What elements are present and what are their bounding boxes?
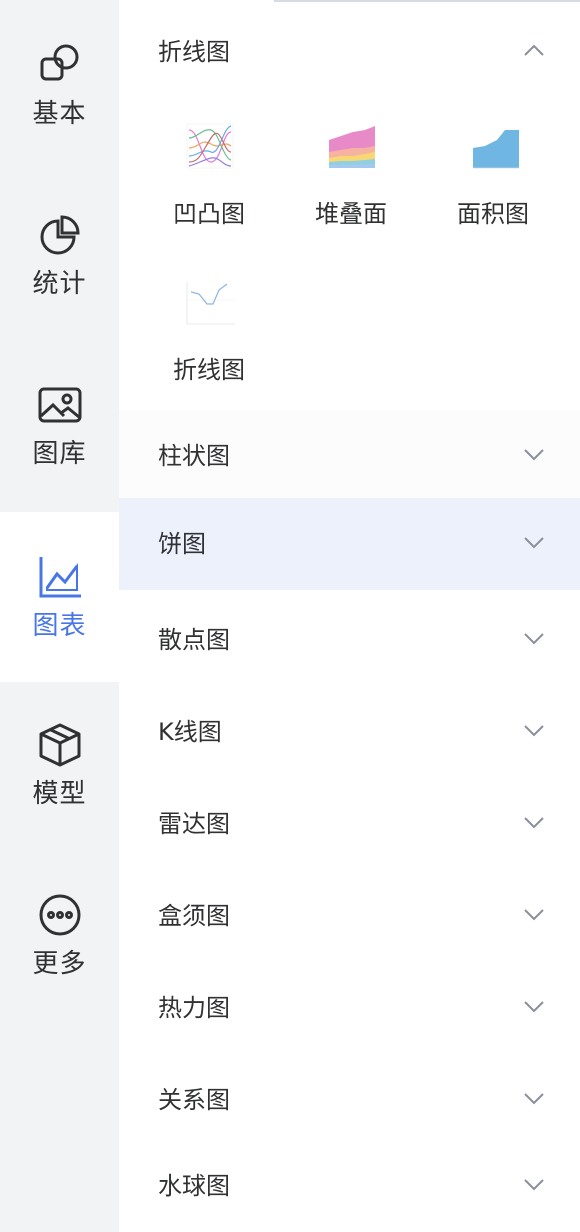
section-header-heatmap[interactable]: 热力图 — [119, 962, 580, 1054]
rail-item-basic[interactable]: 基本 — [0, 0, 119, 170]
section-title: 柱状图 — [158, 442, 230, 470]
chart-picker: 基本 统计 图库 图表 模型 更多 折线图 凹凸图 堆叠面 面积图 折线图 柱状… — [0, 0, 580, 1232]
chevron-down-icon — [523, 534, 545, 550]
stacked-area-thumbnail — [327, 124, 377, 168]
section-header-kline[interactable]: K线图 — [119, 686, 580, 778]
rail-label: 统计 — [32, 269, 87, 299]
section-title: 雷达图 — [158, 810, 230, 838]
section-header-boxplot[interactable]: 盒须图 — [119, 870, 580, 962]
rail-item-gallery[interactable]: 图库 — [0, 340, 119, 510]
chevron-down-icon — [523, 722, 545, 738]
section-title: 折线图 — [158, 38, 230, 66]
section-title: 饼图 — [158, 530, 206, 558]
chart-type-panel: 折线图 凹凸图 堆叠面 面积图 折线图 柱状图 饼图 散点图 K线图 雷达图 盒… — [119, 0, 580, 1232]
image-icon — [38, 387, 81, 423]
section-header-liquidfill[interactable]: 水球图 — [119, 1140, 580, 1232]
rail-item-more[interactable]: 更多 — [0, 850, 119, 1020]
shapes-icon — [40, 44, 78, 81]
divider — [274, 0, 580, 2]
rail-item-statistics[interactable]: 统计 — [0, 170, 119, 340]
section-header-bar[interactable]: 柱状图 — [119, 410, 580, 502]
chart-option-label: 凹凸图 — [173, 200, 245, 228]
section-title: 热力图 — [158, 994, 230, 1022]
pie-chart-icon — [40, 215, 80, 255]
section-header-radar[interactable]: 雷达图 — [119, 778, 580, 870]
section-title: 盒须图 — [158, 902, 230, 930]
chevron-down-icon — [523, 446, 545, 462]
chart-option-label: 折线图 — [173, 356, 245, 384]
rail-label: 图库 — [32, 439, 87, 469]
rail-label: 基本 — [32, 99, 87, 129]
section-title: K线图 — [158, 718, 222, 746]
rail-label: 模型 — [32, 779, 87, 809]
bump-chart-thumbnail — [186, 123, 234, 169]
rail-label: 图表 — [32, 611, 87, 641]
rail-item-models[interactable]: 模型 — [0, 680, 119, 850]
chevron-down-icon — [523, 630, 545, 646]
section-header-line[interactable]: 折线图 — [119, 6, 580, 98]
section-title: 散点图 — [158, 626, 230, 654]
section-title: 关系图 — [158, 1086, 230, 1114]
rail-label: 更多 — [32, 949, 87, 979]
chart-option-area[interactable]: 面积图 — [428, 118, 558, 268]
chart-option-label: 堆叠面 — [315, 200, 387, 228]
chevron-down-icon — [523, 814, 545, 830]
chart-option-bump[interactable]: 凹凸图 — [144, 118, 274, 268]
line-chart-icon — [39, 557, 81, 598]
chart-option-label: 面积图 — [457, 200, 529, 228]
category-rail: 基本 统计 图库 图表 模型 更多 — [0, 0, 119, 1232]
line-chart-thumbnail — [186, 282, 235, 325]
chevron-down-icon — [523, 1176, 545, 1192]
chart-option-stacked-area[interactable]: 堆叠面 — [286, 118, 416, 268]
section-header-graph[interactable]: 关系图 — [119, 1054, 580, 1146]
rail-item-charts[interactable]: 图表 — [0, 512, 119, 682]
chevron-down-icon — [523, 998, 545, 1014]
chevron-up-icon — [523, 42, 545, 58]
section-header-pie[interactable]: 饼图 — [119, 498, 580, 590]
section-title: 水球图 — [158, 1172, 230, 1200]
more-icon — [39, 894, 80, 936]
chart-option-line[interactable]: 折线图 — [144, 274, 274, 424]
chevron-down-icon — [523, 906, 545, 922]
chevron-down-icon — [523, 1090, 545, 1106]
cube-icon — [39, 723, 80, 767]
section-header-scatter[interactable]: 散点图 — [119, 594, 580, 686]
area-chart-thumbnail — [473, 130, 519, 169]
